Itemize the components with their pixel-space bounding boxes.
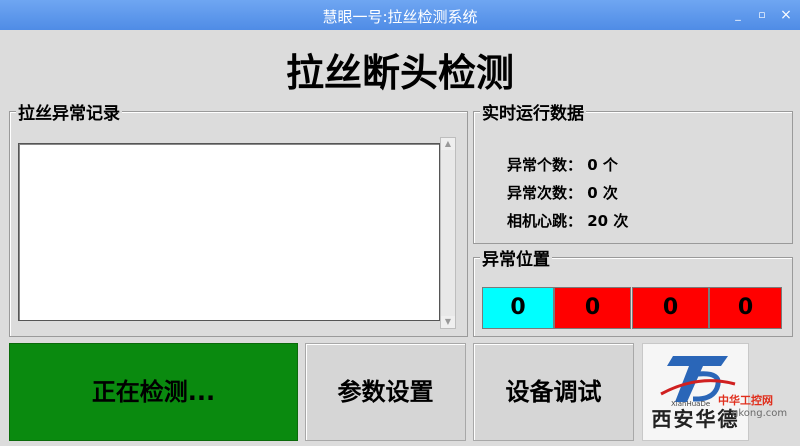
- close-icon[interactable]: ×: [778, 7, 794, 23]
- log-panel-title: 拉丝异常记录: [16, 99, 122, 124]
- scroll-up-icon[interactable]: ▲: [441, 138, 455, 150]
- stat-unit: 个: [602, 156, 618, 174]
- window-titlebar: 慧眼一号:拉丝检测系统 _ ▫ ×: [0, 0, 800, 30]
- page-title: 拉丝断头检测: [285, 51, 514, 95]
- position-cell-3: 0: [632, 287, 709, 329]
- stat-label: 异常个数：: [507, 156, 583, 174]
- position-panel-title: 异常位置: [480, 245, 552, 270]
- position-cell-4: 0: [709, 287, 782, 329]
- stat-unit: 次: [602, 184, 618, 202]
- watermark-text: 中华工控网: [718, 394, 773, 407]
- parameter-settings-button[interactable]: 参数设置: [305, 343, 466, 441]
- position-cell-1: 0: [482, 287, 554, 329]
- maximize-icon[interactable]: ▫: [754, 7, 770, 23]
- position-cell-2: 0: [554, 287, 631, 329]
- stat-value: 0: [587, 156, 598, 174]
- device-debug-button[interactable]: 设备调试: [473, 343, 634, 441]
- stat-value: 0: [587, 184, 598, 202]
- stat-value: 20: [587, 212, 609, 230]
- stat-anomaly-times: 异常次数： 0 次: [507, 182, 618, 203]
- watermark-domain: gkong.com: [732, 408, 788, 419]
- stat-anomaly-count: 异常个数： 0 个: [507, 154, 618, 175]
- stat-label: 相机心跳：: [507, 212, 583, 230]
- minimize-icon[interactable]: _: [730, 7, 746, 23]
- stat-unit: 次: [613, 212, 629, 230]
- stat-camera-heartbeat: 相机心跳： 20 次: [507, 210, 628, 231]
- window-title: 慧眼一号:拉丝检测系统: [322, 8, 478, 26]
- runtime-panel-title: 实时运行数据: [480, 99, 586, 124]
- scroll-down-icon[interactable]: ▼: [441, 316, 455, 328]
- stat-label: 异常次数：: [507, 184, 583, 202]
- anomaly-log-list[interactable]: [18, 143, 440, 321]
- log-scrollbar[interactable]: ▲ ▼: [440, 137, 456, 329]
- detecting-button[interactable]: 正在检测...: [9, 343, 298, 441]
